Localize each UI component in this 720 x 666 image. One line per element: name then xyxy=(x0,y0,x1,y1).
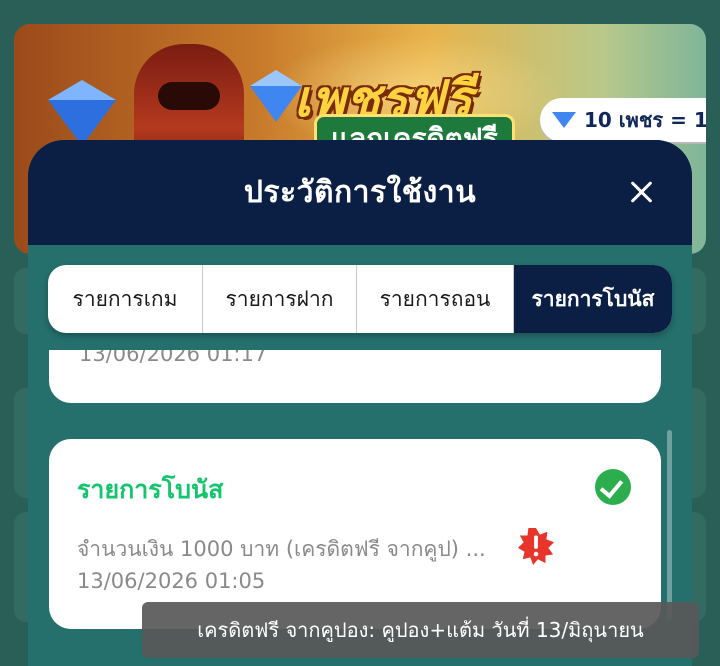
history-tabs: รายการเกม รายการฝาก รายการถอน รายการโบนั… xyxy=(48,265,672,333)
close-icon[interactable] xyxy=(626,176,658,208)
tab-bonus-history[interactable]: รายการโบนัส xyxy=(514,265,672,333)
modal-header: ประวัติการใช้งาน xyxy=(28,140,692,245)
scrollbar[interactable] xyxy=(667,430,672,620)
usage-history-modal: ประวัติการใช้งาน รายการเกม รายการฝาก ราย… xyxy=(28,140,692,666)
entry-title: รายการโบนัส xyxy=(77,475,224,504)
entry-description: จำนวนเงิน 1000 บาท (เครดิตฟรี จากคูป) ..… xyxy=(77,537,486,561)
check-circle-icon xyxy=(595,469,631,505)
tab-game-history[interactable]: รายการเกม xyxy=(48,265,203,333)
tab-withdraw-history[interactable]: รายการถอน xyxy=(357,265,514,333)
hero-mask xyxy=(158,82,220,110)
list-item: 13/06/2026 01:17 xyxy=(49,350,661,403)
diamond-rate-text: 10 เพชร = 1 บาท xyxy=(584,108,706,132)
tab-deposit-history[interactable]: รายการฝาก xyxy=(203,265,357,333)
diamond-rate-badge: 10 เพชร = 1 บาท xyxy=(540,98,706,142)
modal-title: ประวัติการใช้งาน xyxy=(243,175,477,210)
diamond-icon xyxy=(552,112,576,128)
alert-badge-icon[interactable] xyxy=(517,527,555,565)
entry-date: 13/06/2026 01:05 xyxy=(77,569,266,593)
toast-notification: เครดิตฟรี จากคูปอง: คูปอง+แต้ม วันที่ 13… xyxy=(142,602,699,658)
list-item: รายการโบนัส จำนวนเงิน 1000 บาท (เครดิตฟร… xyxy=(49,439,661,629)
entry-date: 13/06/2026 01:17 xyxy=(79,350,268,366)
